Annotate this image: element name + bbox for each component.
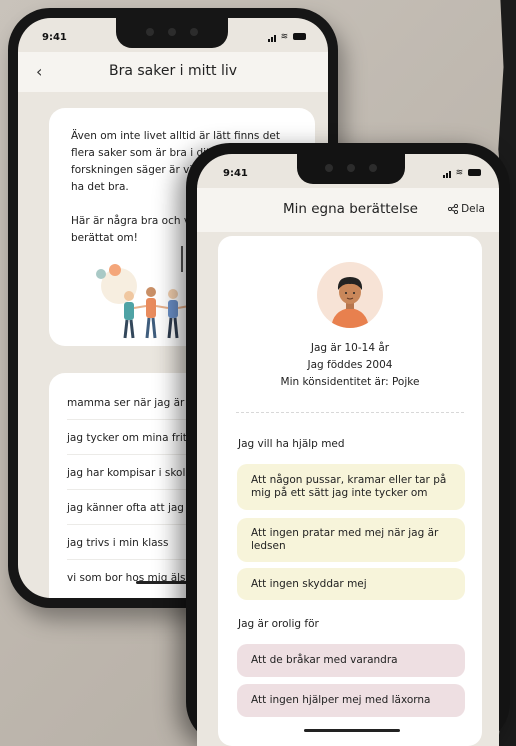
help-section-title: Jag vill ha hjälp med <box>238 438 345 450</box>
boy-avatar-icon <box>331 277 369 328</box>
status-time: 9:41 <box>42 32 67 43</box>
help-item[interactable]: Att någon pussar, kramar eller tar på mi… <box>237 464 465 510</box>
help-item[interactable]: Att ingen pratar med mej när jag är leds… <box>237 518 465 562</box>
battery-icon <box>468 169 481 176</box>
status-icons: ≋ <box>442 168 481 178</box>
dashed-divider <box>236 412 464 413</box>
help-item[interactable]: Att ingen skyddar mej <box>237 568 465 600</box>
worry-item[interactable]: Att ingen hjälper mej med läxorna <box>237 684 465 717</box>
profile-gender: Min könsidentitet är: Pojke <box>280 376 420 388</box>
avatar <box>317 262 383 328</box>
story-card: Jag är 10-14 år Jag föddes 2004 Min köns… <box>218 236 482 746</box>
wifi-icon: ≋ <box>280 32 290 42</box>
profile-info: Jag är 10-14 år Jag föddes 2004 Min köns… <box>218 340 482 391</box>
phone-front-screen: 9:41 ≋ Min egna berättelse Dela Jag är 1… <box>197 154 499 746</box>
share-label: Dela <box>461 203 485 215</box>
profile-born: Jag föddes 2004 <box>307 359 393 371</box>
worry-item[interactable]: Att de bråkar med varandra <box>237 644 465 677</box>
header: ‹ Bra saker i mitt liv <box>18 52 328 92</box>
page-title: Bra saker i mitt liv <box>108 63 238 79</box>
phone-front: 9:41 ≋ Min egna berättelse Dela Jag är 1… <box>186 143 510 746</box>
home-indicator <box>304 729 400 732</box>
share-icon <box>448 204 459 214</box>
battery-icon <box>293 33 306 40</box>
share-button[interactable]: Dela <box>448 203 485 215</box>
scrollbar <box>181 246 183 272</box>
status-icons: ≋ <box>267 32 306 42</box>
notch <box>297 154 405 184</box>
profile-age: Jag är 10-14 år <box>310 342 390 354</box>
wifi-icon: ≋ <box>455 168 465 178</box>
header: Min egna berättelse Dela <box>197 188 499 232</box>
status-time: 9:41 <box>223 168 248 179</box>
page-title: Min egna berättelse <box>283 201 418 217</box>
notch <box>116 18 228 48</box>
worry-section-title: Jag är orolig för <box>238 618 319 630</box>
